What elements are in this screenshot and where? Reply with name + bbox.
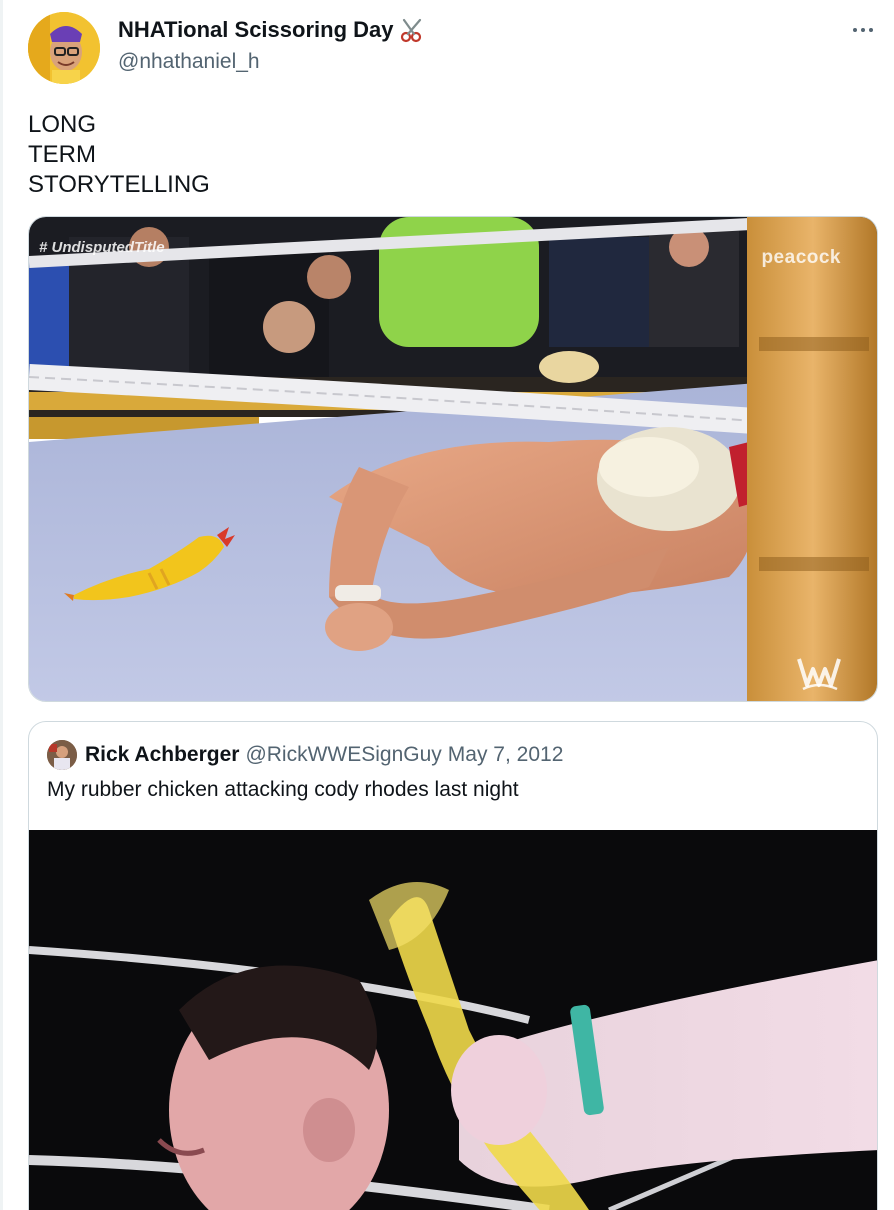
author-display-name[interactable]: NHATional Scissoring Day bbox=[118, 17, 393, 43]
author-handle[interactable]: @nhathaniel_h bbox=[118, 50, 260, 74]
quoted-tweet-header[interactable]: Rick Achberger @RickWWESignGuy May 7, 20… bbox=[47, 740, 563, 770]
tweet-text-line: LONG bbox=[28, 111, 97, 138]
wwe-logo-icon bbox=[797, 658, 841, 691]
author-name-row[interactable]: NHATional Scissoring Day bbox=[118, 16, 427, 44]
tweet-media-photo[interactable]: # UndisputedTitle peacock bbox=[28, 216, 878, 702]
timeline-border bbox=[0, 0, 3, 1210]
more-dot-icon bbox=[869, 28, 873, 32]
wrestling-ring-image bbox=[29, 217, 877, 701]
author-avatar[interactable] bbox=[28, 12, 100, 84]
tweet-text-line: TERM bbox=[28, 141, 96, 168]
quoted-tweet-text: My rubber chicken attacking cody rhodes … bbox=[47, 778, 519, 801]
media-hashtag-watermark: # UndisputedTitle bbox=[39, 239, 165, 256]
more-dot-icon bbox=[853, 28, 857, 32]
author-avatar-image bbox=[28, 12, 100, 84]
rubber-chicken-photo bbox=[29, 830, 877, 1210]
tweet-text: LONG TERM STORYTELLING bbox=[28, 110, 210, 200]
quoted-author-avatar[interactable] bbox=[47, 740, 77, 770]
quoted-tweet[interactable]: Rick Achberger @RickWWESignGuy May 7, 20… bbox=[28, 721, 878, 1210]
quoted-tweet-media[interactable] bbox=[29, 830, 877, 1210]
more-dot-icon bbox=[861, 28, 865, 32]
quoted-author-avatar-image bbox=[47, 740, 77, 770]
scissors-icon bbox=[401, 18, 422, 43]
peacock-watermark: peacock bbox=[761, 247, 841, 268]
quoted-author-name[interactable]: Rick Achberger bbox=[85, 743, 239, 767]
tweet-text-line: STORYTELLING bbox=[28, 171, 210, 198]
more-options-button[interactable] bbox=[846, 18, 880, 42]
quoted-tweet-date[interactable]: May 7, 2012 bbox=[448, 743, 564, 767]
quoted-author-handle[interactable]: @RickWWESignGuy bbox=[245, 743, 441, 767]
